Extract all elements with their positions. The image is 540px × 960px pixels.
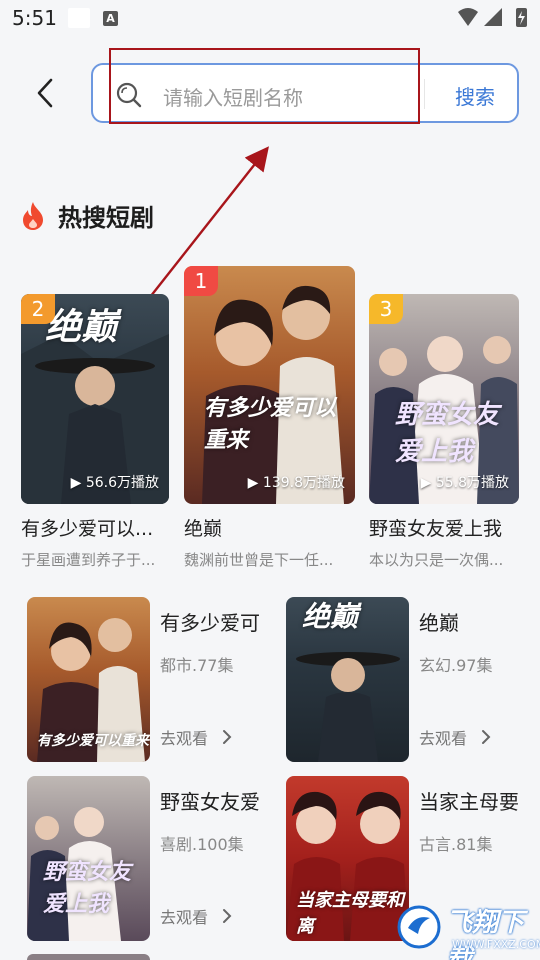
search-button[interactable]: 搜索: [455, 81, 495, 110]
rank-badge: 3: [369, 294, 403, 324]
poster-title-art: 有多少爱可以重来: [37, 733, 149, 749]
drama-genre-episodes: 喜剧.100集: [160, 835, 244, 854]
drama-thumbnail[interactable]: 有多少爱可以重来: [27, 597, 150, 762]
app-notification-icon: A: [103, 11, 118, 26]
back-button[interactable]: [28, 74, 62, 112]
poster-title-art: 绝巅: [45, 306, 118, 348]
drama-title[interactable]: 有多少爱可以...: [21, 514, 169, 541]
watch-button[interactable]: 去观看: [419, 725, 491, 749]
hot-drama-card[interactable]: 有多少爱可以重来 1 ▶ 139.8万播放 绝巅 魏渊前世曾是下一任...: [184, 266, 355, 570]
watermark-logo-icon: [397, 905, 441, 949]
drama-list-item[interactable]: 野蛮女友爱上我 野蛮女友爱 喜剧.100集 去观看: [27, 776, 277, 941]
annotation-highlight-box: [109, 48, 420, 124]
play-icon: ▶: [247, 475, 259, 491]
hot-drama-card[interactable]: 野蛮女友爱上我 3 ▶ 55.8万播放 野蛮女友爱上我 本以为只是一次偶...: [369, 294, 519, 570]
drama-poster[interactable]: 绝巅 2 ▶ 56.6万播放: [21, 294, 169, 504]
poster-title-art: 绝巅: [302, 600, 359, 633]
wifi-icon: [458, 8, 478, 26]
watermark: 飞翔下载 WWW.FXXZ.COM: [396, 900, 540, 960]
watch-button[interactable]: 去观看: [160, 904, 232, 928]
play-icon: ▶: [70, 475, 82, 491]
drama-poster[interactable]: 野蛮女友爱上我 3 ▶ 55.8万播放: [369, 294, 519, 504]
section-title-text: 热搜短剧: [58, 204, 154, 232]
chevron-right-icon: [482, 730, 491, 744]
poster-title-art: 野蛮女友爱上我: [395, 400, 500, 467]
hot-drama-card[interactable]: 绝巅 2 ▶ 56.6万播放 有多少爱可以... 于星画遭到养子于...: [21, 294, 169, 570]
drama-title[interactable]: 绝巅: [419, 607, 459, 636]
drama-poster[interactable]: 有多少爱可以重来 1 ▶ 139.8万播放: [184, 266, 355, 504]
play-count: ▶ 55.8万播放: [420, 475, 509, 491]
drama-description: 于星画遭到养子于...: [21, 551, 156, 569]
watermark-url: WWW.FXXZ.COM: [452, 938, 540, 951]
status-time: 5:51: [12, 6, 57, 30]
drama-list-item[interactable]: 有多少爱可以重来 有多少爱可 都市.77集 去观看: [27, 597, 277, 762]
drama-thumbnail[interactable]: 野蛮女友爱上我: [27, 776, 150, 941]
status-icons: [456, 6, 530, 34]
chevron-right-icon: [223, 909, 232, 923]
notification-icon: [68, 8, 90, 28]
section-title: 热搜短剧: [20, 198, 154, 233]
rank-badge: 2: [21, 294, 55, 324]
drama-genre-episodes: 古言.81集: [419, 835, 493, 854]
drama-genre-episodes: 都市.77集: [160, 656, 234, 675]
drama-thumbnail[interactable]: 绝巅: [286, 597, 409, 762]
drama-title[interactable]: 野蛮女友爱上我: [369, 514, 519, 541]
drama-title[interactable]: 有多少爱可: [160, 607, 260, 636]
watermark-text: 飞翔下载: [446, 908, 525, 960]
drama-title[interactable]: 野蛮女友爱: [160, 786, 260, 815]
drama-title[interactable]: 当家主母要: [419, 786, 519, 815]
chevron-left-icon: [37, 78, 53, 108]
play-count: ▶ 56.6万播放: [70, 475, 159, 491]
drama-title[interactable]: 绝巅: [184, 514, 355, 541]
rank-badge: 1: [184, 266, 218, 296]
fire-icon: [23, 201, 43, 230]
drama-genre-episodes: 玄幻.97集: [419, 656, 493, 675]
drama-thumbnail-partial: [27, 954, 150, 960]
drama-description: 本以为只是一次偶...: [369, 551, 504, 569]
drama-list-item[interactable]: 绝巅 绝巅 玄幻.97集 去观看: [286, 597, 536, 762]
signal-icon: [484, 8, 502, 26]
search-divider: [424, 79, 425, 109]
poster-title-art: 野蛮女友爱上我: [43, 859, 132, 917]
play-icon: ▶: [420, 475, 432, 491]
status-bar: 5:51 A: [0, 0, 540, 36]
drama-description: 魏渊前世曾是下一任...: [184, 551, 334, 569]
play-count: ▶ 139.8万播放: [247, 475, 345, 491]
watch-button[interactable]: 去观看: [160, 725, 232, 749]
poster-title-art: 有多少爱可以重来: [204, 395, 337, 453]
drama-thumbnail[interactable]: 当家主母要和离: [286, 776, 409, 941]
chevron-right-icon: [223, 730, 232, 744]
poster-title-art: 当家主母要和离: [296, 890, 404, 937]
